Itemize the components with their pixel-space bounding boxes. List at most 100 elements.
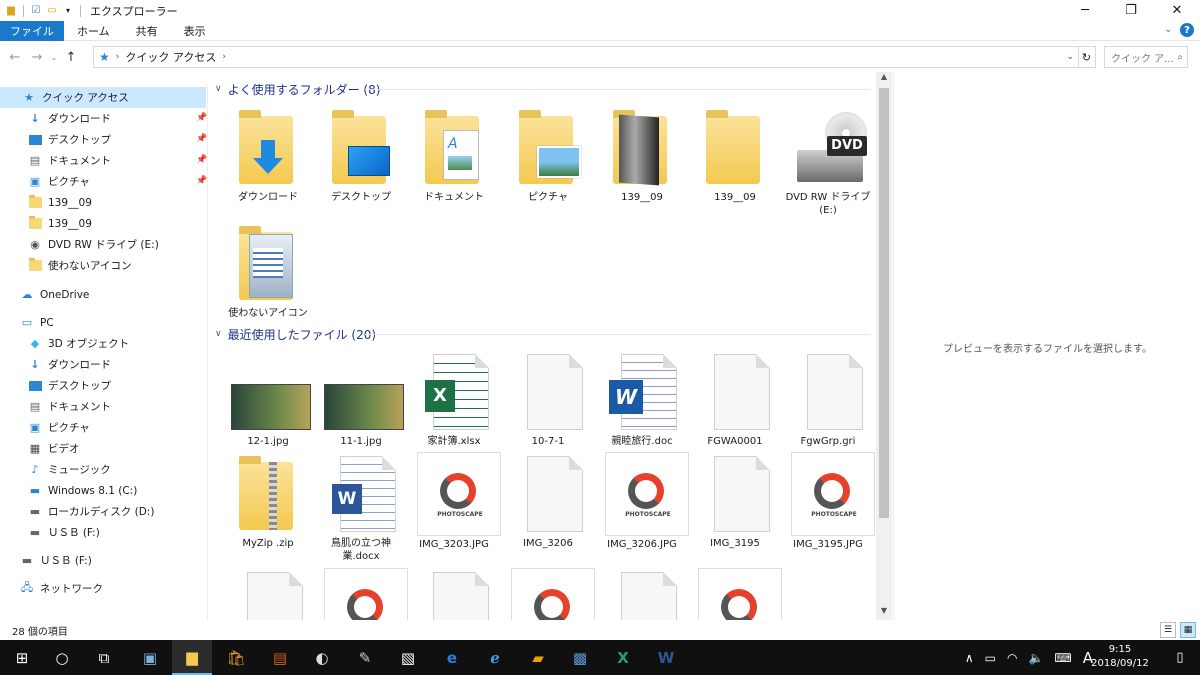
folder-tile-documents[interactable]: A ドキュメント (409, 110, 499, 220)
file-tile-partial[interactable] (597, 572, 687, 620)
scroll-up-icon[interactable]: ▲ (876, 72, 892, 86)
file-tile-partial[interactable] (316, 568, 408, 620)
excel-icon[interactable]: X (603, 640, 643, 675)
refresh-button[interactable]: ↻ (1078, 46, 1096, 68)
windows-start-icon[interactable]: ⊞ (2, 640, 42, 675)
file-tile-img-3195-jpg[interactable]: PHOTOSCAPE IMG_3195.JPG (783, 452, 875, 562)
up-arrow-icon[interactable]: ↑ (60, 50, 82, 65)
volume-icon[interactable]: 🔈 (1028, 651, 1043, 665)
store-icon[interactable]: 🛍 (216, 640, 256, 675)
address-bar[interactable]: ★ › クイック アクセス › ⌄ (93, 46, 1079, 68)
folder-tile-downloads[interactable]: ダウンロード (223, 110, 313, 220)
tab-share[interactable]: 共有 (123, 21, 171, 41)
taskbar-app-icon[interactable]: ▣ (130, 640, 170, 675)
folder-tile-139-b[interactable]: 139__09 (690, 110, 780, 220)
scroll-down-icon[interactable]: ▼ (876, 606, 892, 620)
nav-pc-music[interactable]: ♪ ミュージック (28, 459, 110, 480)
breadcrumb-quick-access[interactable]: クイック アクセス (125, 49, 216, 65)
paint-palette-icon[interactable]: ◐ (302, 640, 342, 675)
recent-locations-icon[interactable]: ⌄ (48, 53, 60, 62)
nav-pc-pictures[interactable]: ▣ ピクチャ (28, 417, 90, 438)
help-icon[interactable]: ? (1180, 23, 1194, 37)
maximize-button[interactable]: ❐ (1108, 0, 1154, 21)
internet-explorer-icon[interactable]: ℯ (475, 640, 515, 675)
back-arrow-icon[interactable]: ← (4, 50, 26, 65)
expand-ribbon-icon[interactable]: ⌄ (1164, 25, 1172, 35)
file-tile-myzip[interactable]: MyZip .zip (223, 456, 313, 566)
input-app-icon[interactable]: ▩ (560, 640, 600, 675)
properties-icon[interactable]: ☑ (29, 4, 43, 18)
nav-onedrive[interactable]: ☁ OneDrive (20, 284, 90, 305)
breadcrumb-separator-icon[interactable]: › (222, 52, 226, 62)
nav-pc-usb[interactable]: ▬ ＵＳＢ (F:) (28, 522, 100, 543)
nav-qa-downloads[interactable]: ↓ ダウンロード (28, 108, 111, 129)
toolbox-icon[interactable]: ▤ (260, 640, 300, 675)
nav-qa-dvd[interactable]: ◉ DVD RW ドライブ (E:) (28, 234, 159, 255)
close-button[interactable]: ✕ (1154, 0, 1200, 21)
details-view-icon[interactable]: ☰ (1160, 622, 1176, 638)
nav-pc-desktop[interactable]: デスクトップ (28, 375, 111, 396)
file-tile-partial[interactable] (409, 572, 499, 620)
nav-usb[interactable]: ▬ ＵＳＢ (F:) (20, 550, 92, 571)
file-explorer-taskbar-icon[interactable]: ▆ (172, 640, 212, 675)
yellow-app-icon[interactable]: ▰ (518, 640, 558, 675)
forward-arrow-icon[interactable]: → (26, 50, 48, 65)
pin-icon[interactable]: 📌 (196, 113, 207, 123)
folder-tile-139-a[interactable]: 139__09 (597, 110, 687, 220)
nav-qa-unused-icons[interactable]: 使わないアイコン (28, 255, 131, 276)
minimize-button[interactable]: ─ (1062, 0, 1108, 21)
tab-view[interactable]: 表示 (171, 21, 219, 41)
file-tile-11-1-jpg[interactable]: 11-1.jpg (316, 354, 406, 464)
nav-pc[interactable]: ▭ PC (20, 312, 54, 333)
file-tile-torihada-docx[interactable]: W 鳥肌の立つ神業.docx (316, 456, 406, 566)
folder-tile-unused-icons[interactable]: 使わないアイコン (223, 226, 313, 336)
edge-browser-icon[interactable]: e (432, 640, 472, 675)
file-tile-10-7-1[interactable]: 10-7-1 (503, 354, 593, 464)
new-folder-icon[interactable]: ▭ (45, 4, 59, 18)
tab-home[interactable]: ホーム (64, 21, 123, 41)
nav-qa-folder-139-b[interactable]: 139__09 (28, 213, 92, 234)
sticky-note-icon[interactable]: ▧ (388, 640, 428, 675)
file-tile-img-3203-jpg[interactable]: PHOTOSCAPE IMG_3203.JPG (409, 452, 501, 562)
task-view-icon[interactable]: ⧉ (84, 640, 124, 675)
chevron-down-icon[interactable]: ∨ (215, 84, 222, 94)
nav-qa-folder-139-a[interactable]: 139__09 (28, 192, 92, 213)
nav-pc-videos[interactable]: ▦ ビデオ (28, 438, 80, 459)
battery-icon[interactable]: ▭ (985, 651, 996, 665)
file-tile-img-3195[interactable]: IMG_3195 (690, 456, 780, 566)
word-icon[interactable]: W (646, 640, 686, 675)
file-tile-12-1-jpg[interactable]: 12-1.jpg (223, 354, 313, 464)
folder-tile-dvd[interactable]: DVD DVD RW ドライブ (E:) (783, 110, 873, 220)
file-tile-shinboku-doc[interactable]: W 親睦旅行.doc (597, 354, 687, 464)
pin-icon[interactable]: 📌 (196, 176, 207, 186)
file-tile-kakeibo-xlsx[interactable]: X 家計簿.xlsx (409, 354, 499, 464)
nav-pc-drive-d[interactable]: ▬ ローカルディスク (D:) (28, 501, 155, 522)
group-header-recent[interactable]: ∨ 最近使用したファイル (20) (215, 324, 870, 344)
nav-quick-access[interactable]: ★ クイック アクセス (0, 87, 206, 108)
pin-icon[interactable]: 📌 (196, 155, 207, 165)
scroll-thumb[interactable] (879, 88, 889, 518)
file-tile-partial[interactable] (223, 572, 313, 620)
nav-qa-documents[interactable]: ▤ ドキュメント (28, 150, 111, 171)
nav-network[interactable]: 🖧 ネットワーク (20, 578, 103, 599)
qat-dropdown-icon[interactable]: ▾ (61, 4, 75, 18)
file-tile-partial[interactable] (690, 568, 782, 620)
wifi-icon[interactable]: ◠ (1007, 651, 1017, 665)
group-header-frequent[interactable]: ∨ よく使用するフォルダー (8) (215, 79, 870, 99)
chevron-down-icon[interactable]: ∨ (215, 329, 222, 339)
search-circle-icon[interactable]: ○ (42, 640, 82, 675)
address-dropdown-icon[interactable]: ⌄ (1066, 52, 1074, 62)
clock[interactable]: 9:15 2018/09/12 (1088, 643, 1152, 671)
file-tile-img-3206-jpg[interactable]: PHOTOSCAPE IMG_3206.JPG (597, 452, 689, 562)
nav-pc-drive-c[interactable]: ▬ Windows 8.1 (C:) (28, 480, 138, 501)
nav-qa-desktop[interactable]: デスクトップ (28, 129, 111, 150)
nav-pc-downloads[interactable]: ↓ ダウンロード (28, 354, 111, 375)
file-tile-fgwgrp-gri[interactable]: FgwGrp.gri (783, 354, 873, 464)
tab-file[interactable]: ファイル (0, 20, 64, 41)
nav-pc-3d-objects[interactable]: ◆ 3D オブジェクト (28, 333, 129, 354)
breadcrumb-separator-icon[interactable]: › (116, 52, 120, 62)
nav-pc-documents[interactable]: ▤ ドキュメント (28, 396, 111, 417)
paint-icon[interactable]: ✎ (345, 640, 385, 675)
file-tile-img-3206[interactable]: IMG_3206 (503, 456, 593, 566)
folder-tile-desktop[interactable]: デスクトップ (316, 110, 406, 220)
